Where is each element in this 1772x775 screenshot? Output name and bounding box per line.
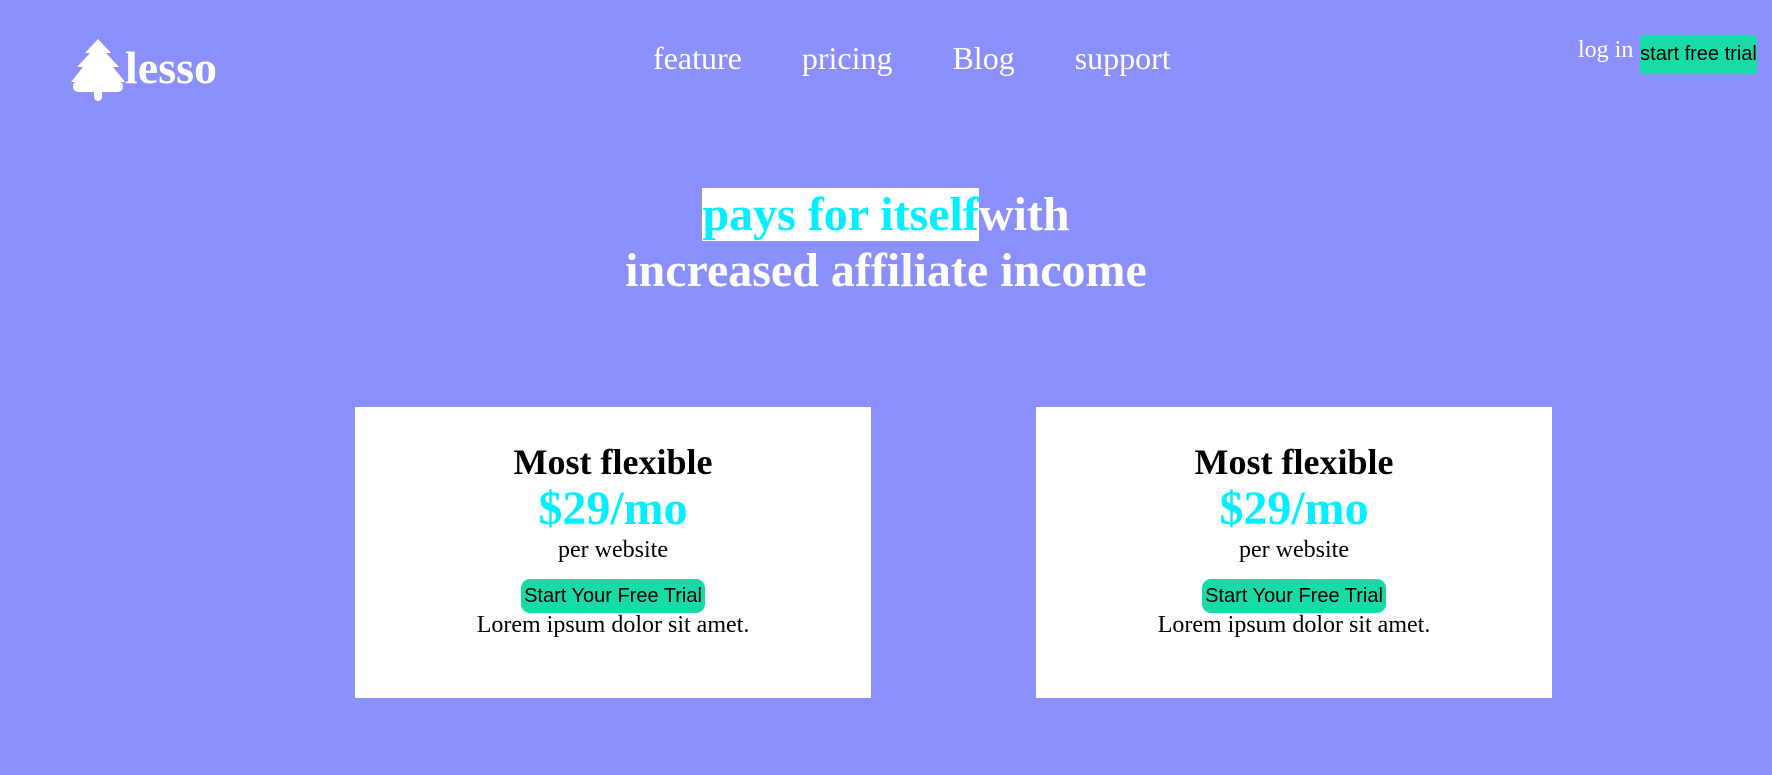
pricing-card: Most flexible $29/mo per website Start Y… (355, 407, 871, 698)
nav-item-pricing[interactable]: pricing (802, 36, 893, 80)
start-free-trial-button[interactable]: start free trial (1640, 35, 1757, 74)
plan-price: $29/mo (538, 482, 688, 535)
nav-item-support[interactable]: support (1075, 36, 1171, 80)
logo[interactable]: lesso (69, 36, 217, 104)
plan-description: Lorem ipsum dolor sit amet. (476, 612, 750, 638)
tree-icon (69, 37, 127, 103)
plan-title: Most flexible (1194, 442, 1394, 482)
login-link[interactable]: log in (1578, 36, 1633, 64)
hero-line2: increased affiliate income (625, 244, 1147, 297)
start-trial-button[interactable]: Start Your Free Trial (521, 579, 705, 613)
brand-name: lesso (125, 42, 217, 93)
plan-title: Most flexible (513, 442, 713, 482)
main-nav: feature pricing Blog support (653, 36, 1171, 80)
hero-line1-rest: with (978, 188, 1070, 241)
plan-price: $29/mo (1219, 482, 1369, 535)
plan-unit: per website (558, 537, 668, 563)
pricing-card: Most flexible $29/mo per website Start Y… (1036, 407, 1552, 698)
plan-unit: per website (1239, 537, 1349, 563)
nav-item-feature[interactable]: feature (653, 36, 742, 80)
plan-description: Lorem ipsum dolor sit amet. (1157, 612, 1431, 638)
hero-heading: pays for itselfwith increased affiliate … (0, 187, 1772, 299)
start-trial-button[interactable]: Start Your Free Trial (1202, 579, 1386, 613)
hero-highlight: pays for itself (702, 188, 979, 241)
nav-item-blog[interactable]: Blog (952, 36, 1014, 80)
